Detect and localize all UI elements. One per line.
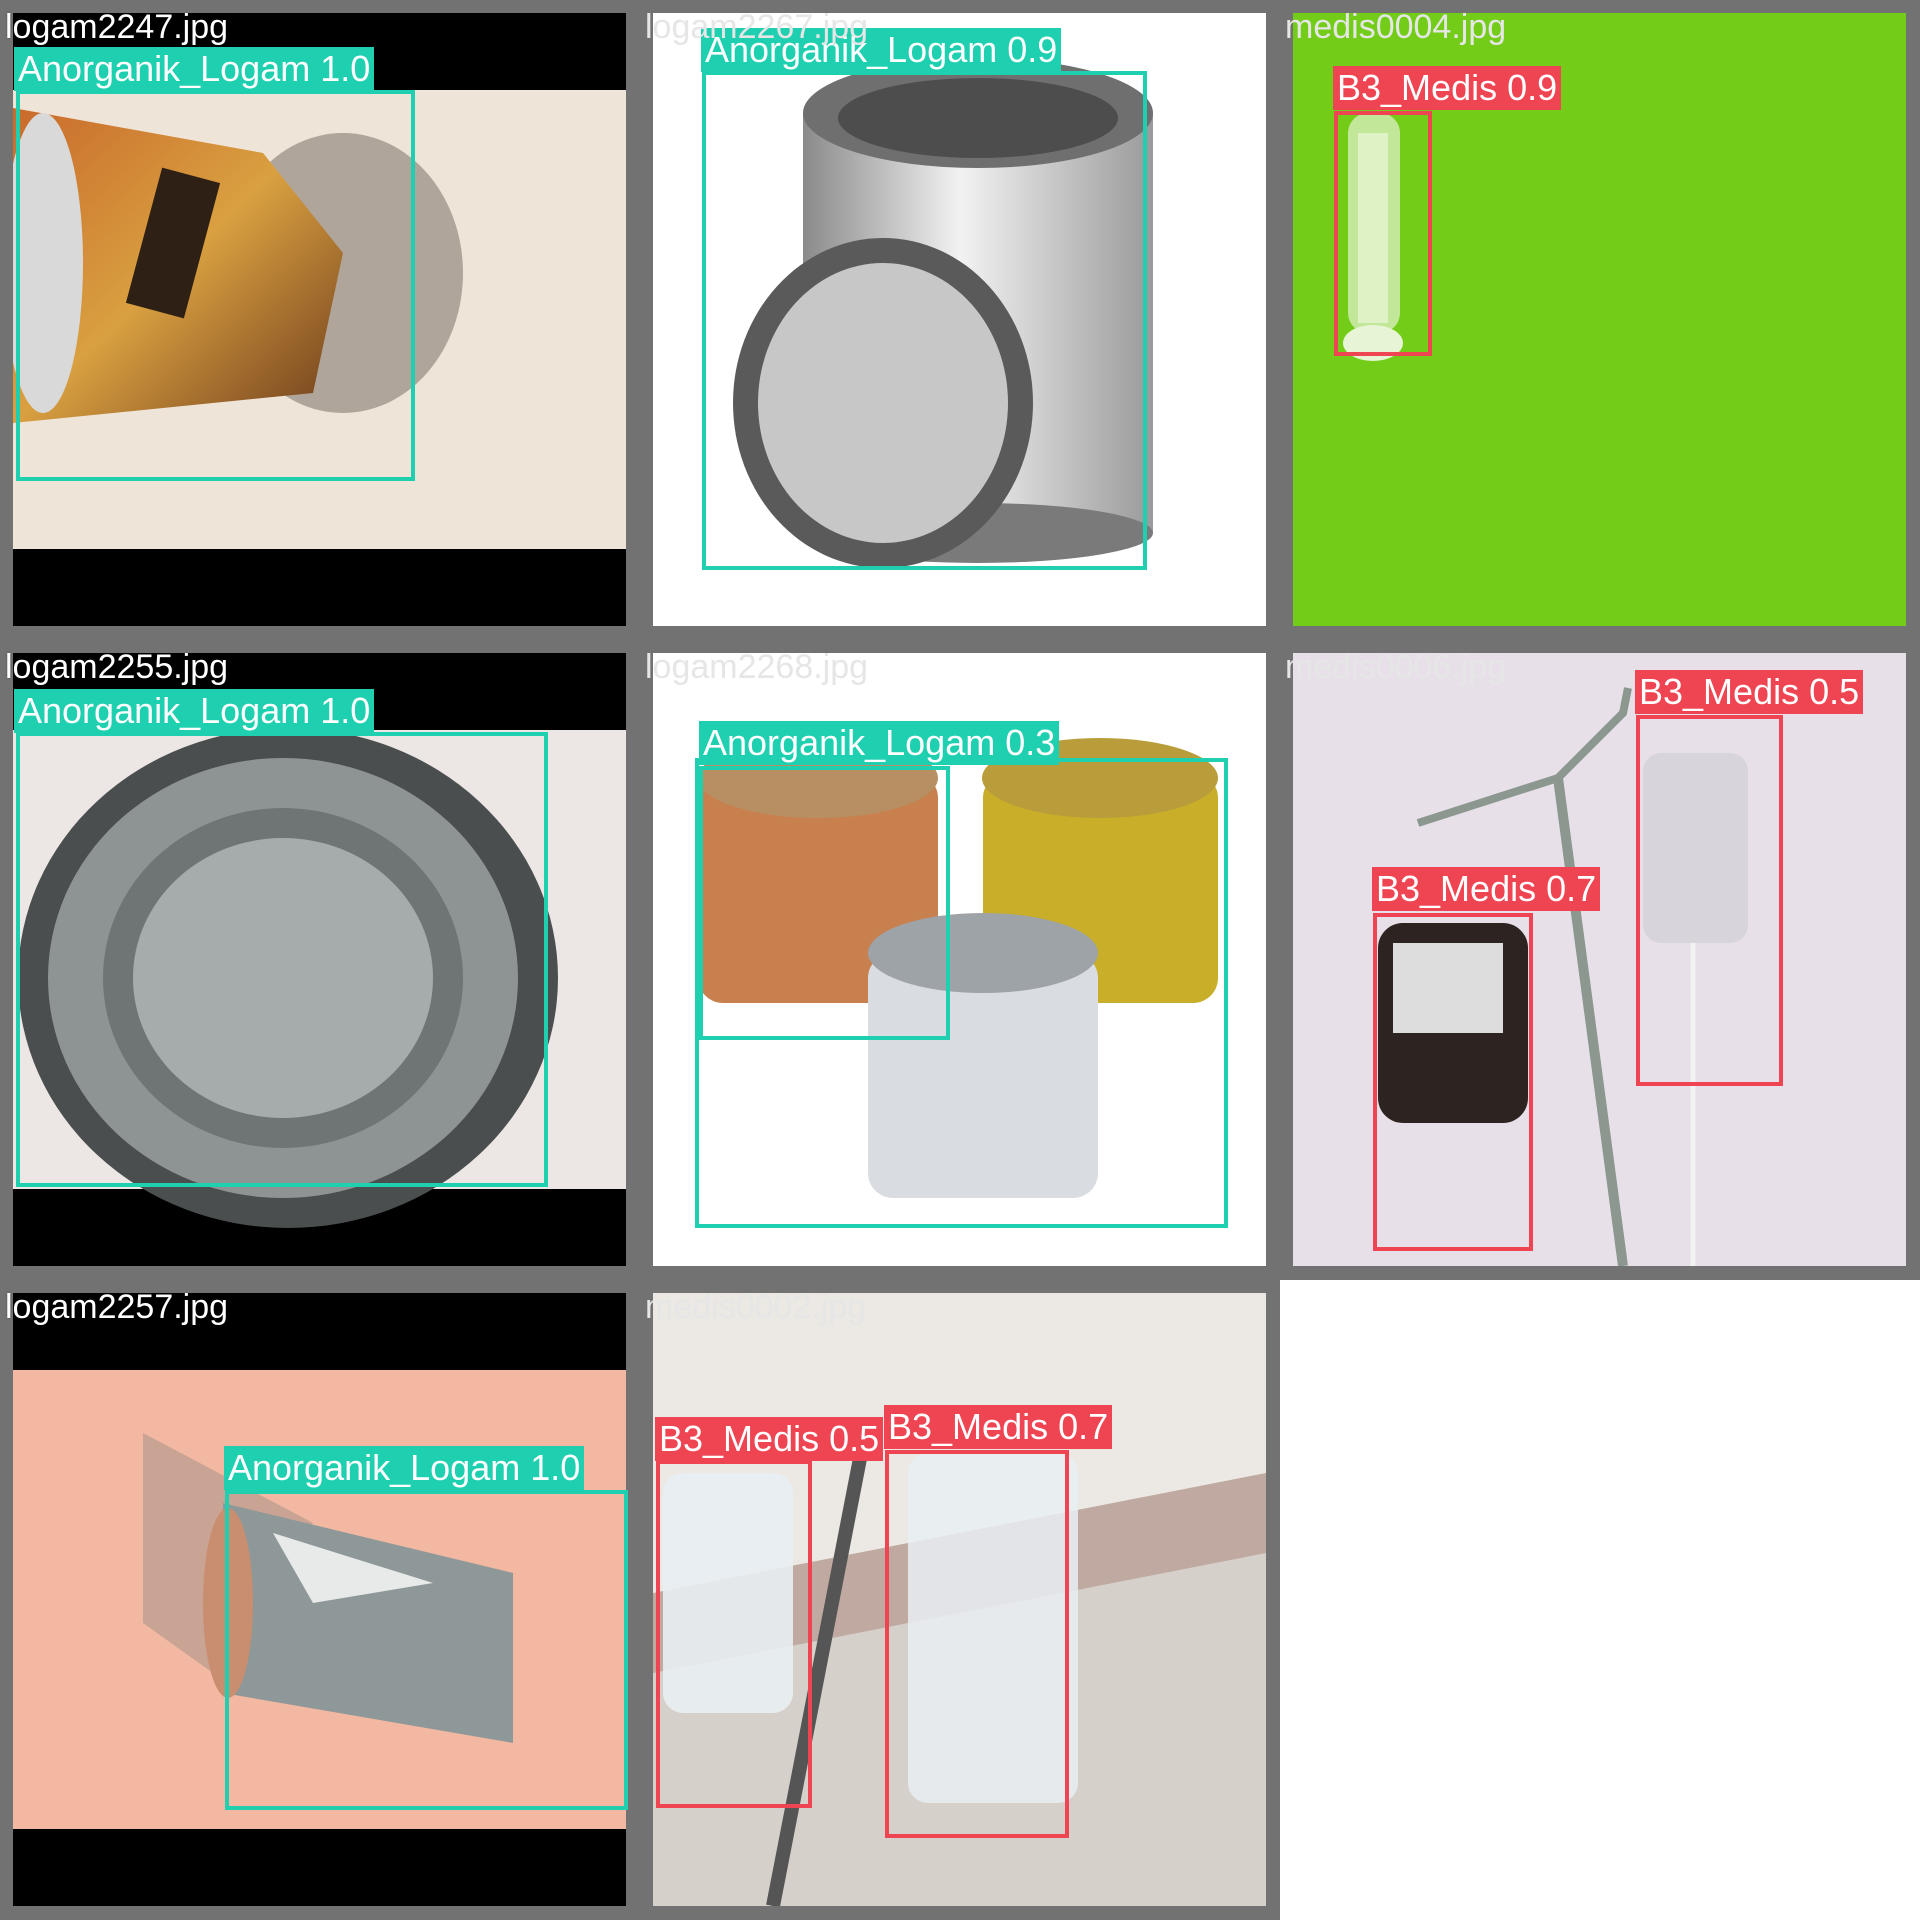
detection-label: B3_Medis 0.5 bbox=[655, 1417, 884, 1461]
detection-label: B3_Medis 0.9 bbox=[1333, 66, 1562, 110]
tile-medis0002: medis0002.jpg B3_Medis 0.5 B3_Medis 0.7 bbox=[640, 1280, 1280, 1920]
detection-label: B3_Medis 0.5 bbox=[1635, 670, 1864, 714]
bounding-box bbox=[16, 732, 548, 1187]
tile-logam2255: logam2255.jpg Anorganik_Logam 1.0 bbox=[0, 640, 640, 1280]
filename-label: logam2268.jpg bbox=[645, 648, 869, 686]
detection-label: B3_Medis 0.7 bbox=[884, 1405, 1113, 1449]
filename-label: logam2267.jpg bbox=[645, 8, 869, 46]
bounding-box bbox=[1334, 111, 1432, 356]
tile-logam2257: logam2257.jpg Anorganik_Logam 1.0 bbox=[0, 1280, 640, 1920]
filename-label: medis0002.jpg bbox=[645, 1288, 867, 1326]
filename-label: logam2247.jpg bbox=[5, 8, 229, 46]
tile-logam2268: logam2268.jpg Anorganik_Logam 0.3 bbox=[640, 640, 1280, 1280]
bounding-box bbox=[1636, 715, 1783, 1086]
filename-label: medis0006.jpg bbox=[1285, 648, 1507, 686]
detection-label: Anorganik_Logam 1.0 bbox=[224, 1446, 585, 1490]
bounding-box bbox=[225, 1490, 628, 1810]
filename-label: medis0004.jpg bbox=[1285, 8, 1507, 46]
tile-logam2267: logam2267.jpg Anorganik_Logam 0.9 bbox=[640, 0, 1280, 640]
detection-label: Anorganik_Logam 1.0 bbox=[14, 689, 375, 733]
tile-medis0006: medis0006.jpg B3_Medis 0.5 B3_Medis 0.7 bbox=[1280, 640, 1920, 1280]
bounding-box bbox=[885, 1450, 1069, 1838]
bounding-box bbox=[702, 71, 1147, 570]
detection-label: Anorganik_Logam 1.0 bbox=[14, 47, 375, 91]
bounding-box bbox=[656, 1460, 812, 1808]
bounding-box bbox=[699, 766, 950, 1040]
detection-label: Anorganik_Logam 0.3 bbox=[699, 721, 1060, 765]
filename-label: logam2255.jpg bbox=[5, 648, 229, 686]
detection-label: B3_Medis 0.7 bbox=[1372, 867, 1601, 911]
bounding-box bbox=[1373, 913, 1533, 1251]
tile-logam2247: logam2247.jpg Anorganik_Logam 1.0 bbox=[0, 0, 640, 640]
tile-medis0004: medis0004.jpg B3_Medis 0.9 bbox=[1280, 0, 1920, 640]
filename-label: logam2257.jpg bbox=[5, 1288, 229, 1326]
bounding-box bbox=[16, 90, 415, 481]
